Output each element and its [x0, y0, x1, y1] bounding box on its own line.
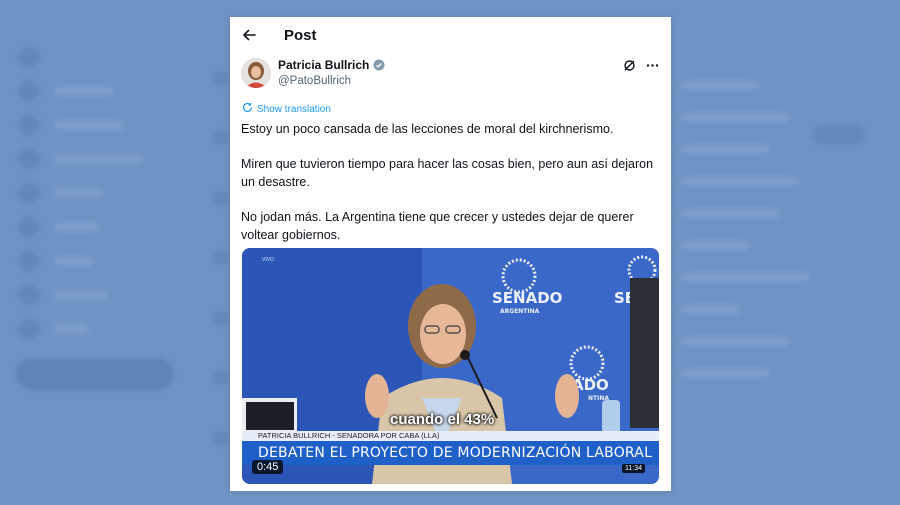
post-card: Post Patricia Bullrich @PatoBullrich Sho…	[230, 17, 671, 491]
elapsed-time: 0:45	[252, 460, 284, 474]
author-name[interactable]: Patricia Bullrich	[278, 57, 369, 73]
author-row: Patricia Bullrich @PatoBullrich	[230, 57, 671, 93]
post-actions	[623, 59, 659, 77]
tweet-paragraph: Miren que tuvieron tiempo para hacer las…	[241, 157, 654, 189]
more-icon[interactable]	[646, 59, 659, 77]
avatar[interactable]	[241, 58, 271, 88]
video-caption: cuando el 43%	[390, 411, 495, 428]
tweet-paragraph: No jodan más. La Argentina tiene que cre…	[241, 210, 634, 242]
grok-icon[interactable]	[623, 59, 636, 77]
backdrop-senado-text: SENADO	[492, 289, 562, 307]
broadcast-clock: 11:34	[622, 464, 645, 473]
author-handle[interactable]: @PatoBullrich	[278, 73, 385, 89]
tweet-body: Estoy un poco cansada de las lecciones d…	[230, 116, 671, 244]
video-player[interactable]: SENADO ARGENTINA SE ADO NTINA VIVO cuand…	[242, 248, 659, 484]
tweet-paragraph: Estoy un poco cansada de las lecciones d…	[241, 122, 614, 136]
post-header: Post	[230, 17, 671, 53]
news-headline: DEBATEN EL PROYECTO DE MODERNIZACIÓN LAB…	[242, 441, 659, 465]
verified-badge-icon	[373, 59, 385, 71]
author-info: Patricia Bullrich @PatoBullrich	[278, 57, 385, 93]
show-translation-label: Show translation	[257, 103, 331, 115]
backdrop-sub-text: ARGENTINA	[500, 308, 540, 315]
name-strip: PATRICIA BULLRICH - SENADORA POR CABA (L…	[242, 431, 659, 441]
live-label: VIVO	[262, 257, 274, 263]
background-nav	[18, 40, 188, 346]
page-title: Post	[284, 26, 317, 44]
back-arrow-icon[interactable]	[242, 28, 256, 42]
translate-icon	[242, 102, 253, 116]
show-translation-link[interactable]: Show translation	[230, 102, 671, 116]
